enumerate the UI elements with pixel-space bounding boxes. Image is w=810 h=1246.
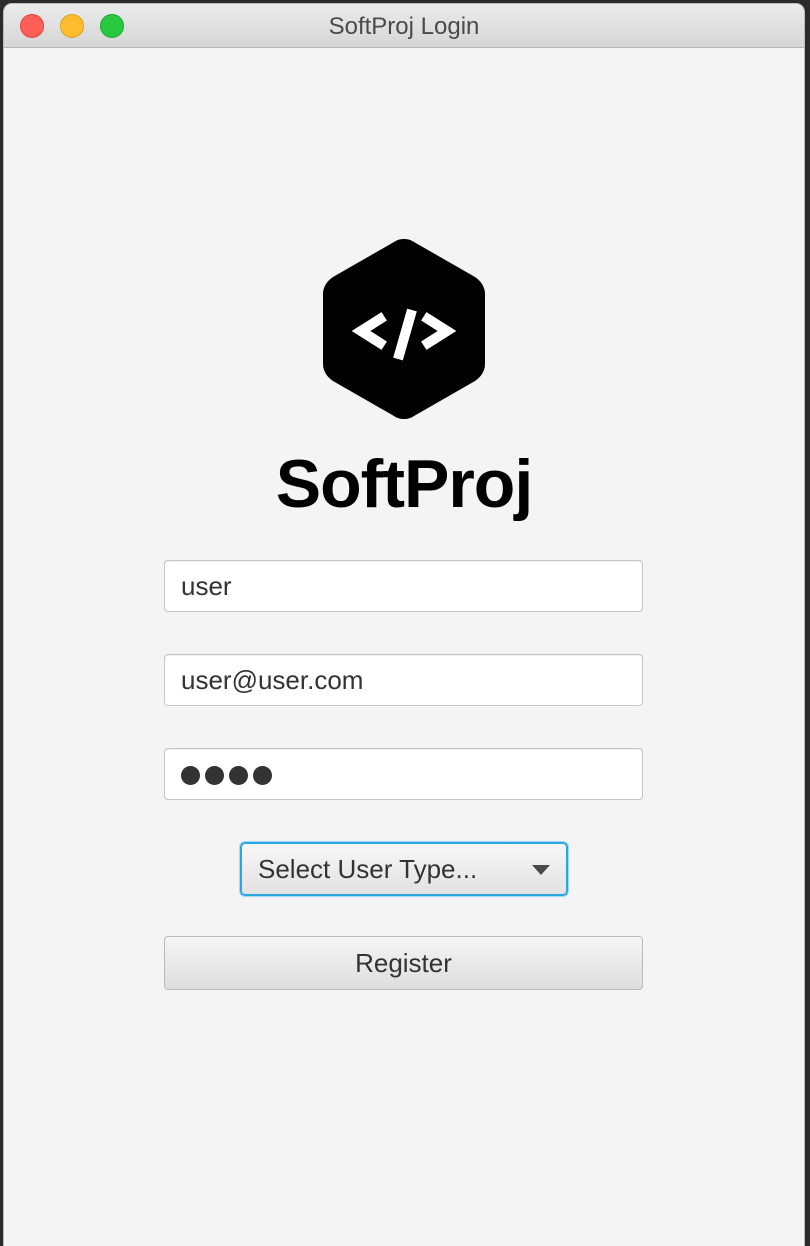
chevron-down-icon [532,865,550,875]
password-dot [253,766,272,785]
password-dot [181,766,200,785]
brand-name: SoftProj [275,446,533,522]
password-dot [229,766,248,785]
password-dot [205,766,224,785]
code-hexagon-icon [323,239,485,419]
username-input[interactable] [164,560,643,612]
user-type-select-label: Select User Type... [258,854,478,884]
user-type-select[interactable]: Select User Type... [240,842,568,896]
password-input[interactable] [164,748,643,800]
title-bar: SoftProj Login [4,4,804,48]
window-title: SoftProj Login [328,13,480,40]
register-button[interactable]: Register [164,936,643,990]
password-mask [181,766,272,785]
login-window: SoftProj Login SoftProj Select User Type… [4,4,804,1246]
email-input[interactable] [164,654,643,706]
